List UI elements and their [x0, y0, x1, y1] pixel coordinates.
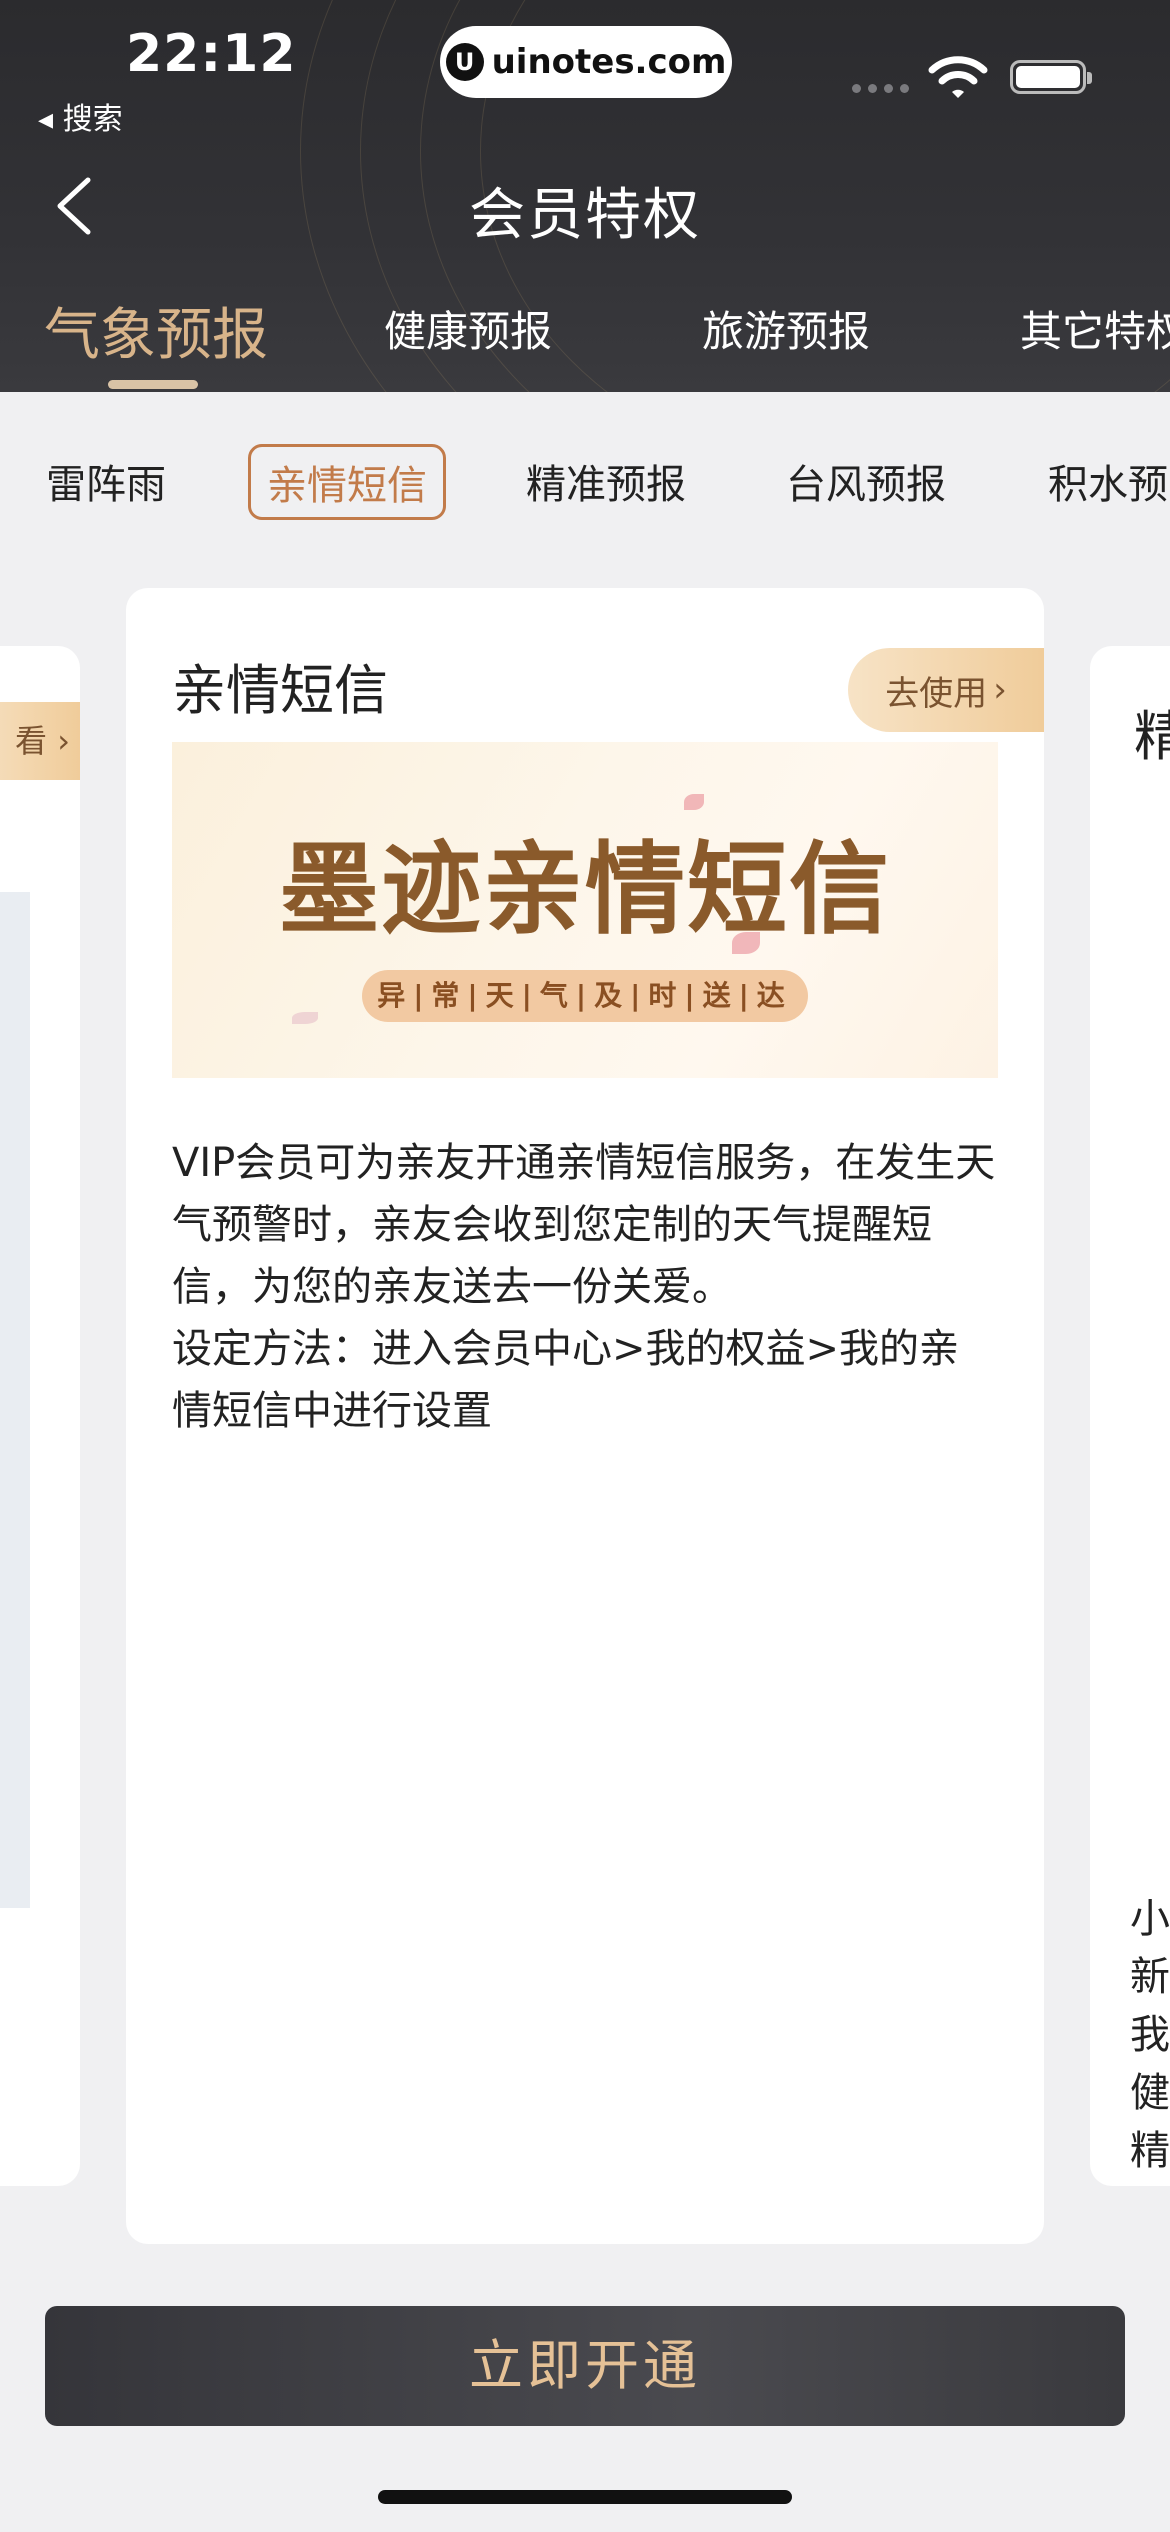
tab-weather-forecast[interactable]: 气象预报 [44, 290, 268, 371]
tab-other-privileges[interactable]: 其它特权 [1020, 298, 1170, 359]
subtab-precise-forecast[interactable]: 精准预报 [526, 452, 686, 510]
banner-subtitle: 异|常|天|气|及|时|送|达 [362, 970, 808, 1022]
setup-method-text: 设定方法：进入会员中心>我的权益>我的亲情短信中进行设置 [172, 1326, 960, 1434]
prev-card-button[interactable]: 看 › [0, 702, 80, 780]
main-tabs: 气象预报 健康预报 旅游预报 其它特权 [0, 298, 1170, 368]
subtab-waterlogging[interactable]: 积水预 [1048, 452, 1168, 510]
banner-image: 墨迹亲情短信 异|常|天|气|及|时|送|达 [172, 742, 998, 1078]
prev-card[interactable]: 看 › 心 情 [0, 646, 80, 2186]
use-button[interactable]: 去使用 › [848, 648, 1044, 732]
banner-title: 墨迹亲情短信 [279, 830, 891, 948]
site-logo-icon: U [445, 43, 484, 81]
activate-now-button[interactable]: 立即开通 [45, 2306, 1125, 2426]
wifi-icon [928, 56, 988, 98]
url-pill: U uinotes.com [440, 26, 732, 98]
subtab-thunderstorm[interactable]: 雷阵雨 [46, 452, 166, 510]
home-indicator[interactable] [378, 2490, 792, 2504]
description-text: VIP会员可为亲友开通亲情短信服务，在发生天气预警时，亲友会收到您定制的天气提醒… [172, 1140, 996, 1310]
status-time: 22:12 [126, 24, 297, 84]
prev-card-map-image [0, 892, 30, 1908]
card-title: 亲情短信 [172, 659, 388, 722]
active-tab-indicator [108, 380, 198, 389]
back-to-app[interactable]: ◂ 搜索 [38, 94, 123, 138]
petal-decor [292, 1012, 318, 1024]
subtab-family-sms[interactable]: 亲情短信 [248, 444, 446, 520]
card-description: VIP会员可为亲友开通亲情短信服务，在发生天气预警时，亲友会收到您定制的天气提醒… [172, 1132, 998, 1442]
signal-icon [852, 84, 909, 93]
tab-travel-forecast[interactable]: 旅游预报 [702, 298, 870, 359]
header: 22:12 ◂ 搜索 U uinotes.com 会员特权 气象预报 健康预报 … [0, 0, 1170, 392]
tab-health-forecast[interactable]: 健康预报 [384, 298, 552, 359]
chevron-right-icon: › [993, 670, 1007, 710]
next-card-text: 小 新 我 健 精 [1130, 1896, 1170, 2174]
next-card-heading: 精 [1134, 705, 1170, 768]
sub-tabs: 雷阵雨 亲情短信 精准预报 台风预报 积水预 [0, 440, 1170, 524]
use-button-label: 去使用 [885, 673, 988, 714]
url-text: uinotes.com [491, 42, 727, 82]
battery-icon [1010, 60, 1092, 94]
privilege-card: 亲情短信 去使用 › 墨迹亲情短信 异|常|天|气|及|时|送|达 VIP会员可… [126, 588, 1044, 2244]
subtab-typhoon-forecast[interactable]: 台风预报 [786, 452, 946, 510]
next-card[interactable]: 精 小 新 我 健 精 [1090, 646, 1170, 2186]
page-title: 会员特权 [469, 183, 701, 248]
